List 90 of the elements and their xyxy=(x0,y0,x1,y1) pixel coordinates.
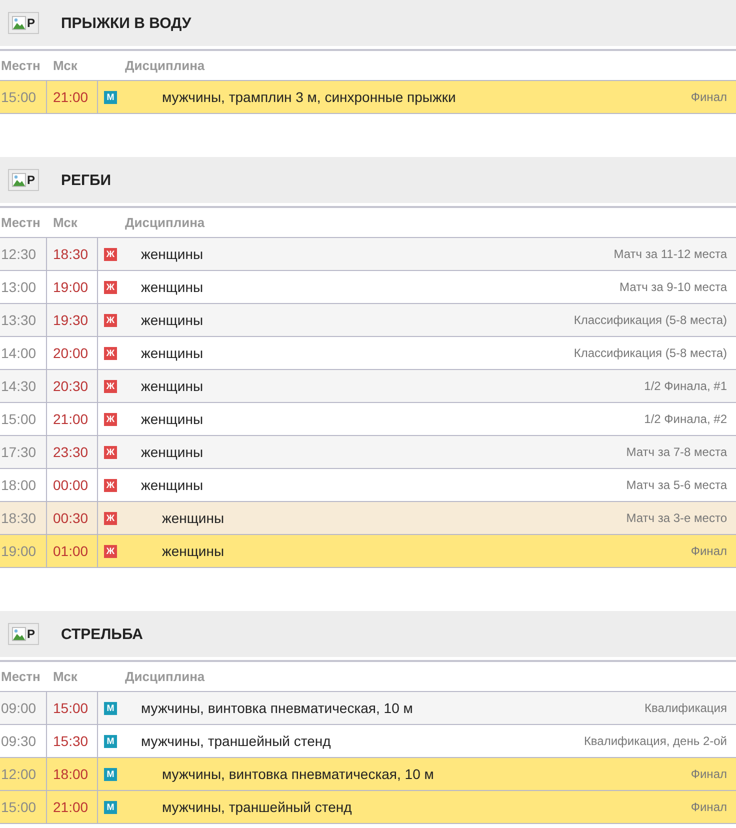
local-time: 15:00 xyxy=(0,403,47,435)
discipline-text: женщины xyxy=(141,312,204,328)
discipline-text: женщины xyxy=(141,279,204,295)
stage-text: 1/2 Финала, #1 xyxy=(644,379,727,393)
discipline-text: женщины xyxy=(141,411,204,427)
gender-badge: Ж xyxy=(104,446,117,458)
local-time: 09:00 xyxy=(0,692,47,724)
broken-image-icon: P xyxy=(8,623,39,645)
gender-badge: М xyxy=(104,702,117,714)
discipline-text: женщины xyxy=(141,444,204,460)
discipline-text: женщины xyxy=(162,543,224,559)
gender-badge: Ж xyxy=(104,412,117,426)
discipline-text: мужчины, винтовка пневматическая, 10 м xyxy=(162,766,434,782)
moscow-time: 15:00 xyxy=(47,692,98,724)
column-header: Дисциплина xyxy=(124,215,205,230)
local-time: 13:00 xyxy=(0,271,47,303)
gender-badge: Ж xyxy=(104,280,117,294)
moscow-time: 19:30 xyxy=(47,304,98,336)
column-header: Местн xyxy=(0,668,42,686)
local-time: 15:00 xyxy=(0,791,47,823)
gender-badge: Ж xyxy=(104,248,117,260)
gender-badge: М xyxy=(104,768,117,780)
moscow-time: 21:00 xyxy=(47,81,98,113)
broken-image-icon: P xyxy=(8,12,39,34)
gender-badge: Ж xyxy=(104,380,117,392)
discipline-text: женщины xyxy=(141,246,204,262)
moscow-time: 15:30 xyxy=(47,725,98,757)
column-header: Мск xyxy=(52,57,78,75)
local-time: 18:00 xyxy=(0,469,47,501)
local-time: 12:30 xyxy=(0,238,47,270)
local-time: 13:30 xyxy=(0,304,47,336)
stage-text: Матч за 9-10 места xyxy=(620,280,727,294)
stage-text: Квалификация xyxy=(644,701,727,715)
moscow-time: 00:30 xyxy=(47,502,98,534)
gender-badge: Ж xyxy=(104,478,117,492)
local-time: 19:00 xyxy=(0,535,47,567)
column-header: Дисциплина xyxy=(124,669,205,684)
discipline-text: мужчины, трамплин 3 м, синхронные прыжки xyxy=(162,89,456,105)
moscow-time: 19:00 xyxy=(47,271,98,303)
gender-badge: М xyxy=(104,90,117,104)
local-time: 15:00 xyxy=(0,81,47,113)
local-time: 09:30 xyxy=(0,725,47,757)
stage-text: Матч за 5-6 места xyxy=(626,478,727,492)
stage-text: Классификация (5-8 места) xyxy=(574,346,727,360)
discipline-text: женщины xyxy=(141,477,204,493)
stage-text: Квалификация, день 2-ой xyxy=(584,734,727,748)
stage-text: Матч за 3-е место xyxy=(626,511,727,525)
moscow-time: 18:30 xyxy=(47,238,98,270)
gender-badge: Ж xyxy=(104,314,117,326)
column-header: Мск xyxy=(52,668,78,686)
local-time: 14:00 xyxy=(0,337,47,369)
stage-text: Финал xyxy=(690,90,727,104)
discipline-text: мужчины, винтовка пневматическая, 10 м xyxy=(141,700,413,716)
stage-text: Матч за 7-8 места xyxy=(626,445,727,459)
gender-badge: М xyxy=(104,800,117,814)
local-time: 18:30 xyxy=(0,502,47,534)
stage-text: Классификация (5-8 места) xyxy=(574,313,727,327)
section-title: РЕГБИ xyxy=(61,172,112,188)
moscow-time: 20:30 xyxy=(47,370,98,402)
discipline-text: женщины xyxy=(162,510,224,526)
column-header: Местн xyxy=(0,214,42,232)
moscow-time: 00:00 xyxy=(47,469,98,501)
discipline-text: женщины xyxy=(141,378,204,394)
local-time: 17:30 xyxy=(0,436,47,468)
section-title: ПРЫЖКИ В ВОДУ xyxy=(61,14,192,32)
stage-text: Финал xyxy=(690,767,727,781)
discipline-text: мужчины, траншейный стенд xyxy=(141,733,331,749)
local-time: 12:00 xyxy=(0,758,47,790)
broken-image-icon: P xyxy=(8,169,39,191)
moscow-time: 23:30 xyxy=(47,436,98,468)
column-header: Местн xyxy=(0,57,42,75)
discipline-text: мужчины, траншейный стенд xyxy=(162,799,352,815)
gender-badge: М xyxy=(104,734,117,748)
stage-text: Финал xyxy=(690,544,727,558)
discipline-text: женщины xyxy=(141,345,204,361)
stage-text: Финал xyxy=(690,800,727,814)
stage-text: Матч за 11-12 места xyxy=(614,247,727,261)
moscow-time: 21:00 xyxy=(47,791,98,823)
local-time: 14:30 xyxy=(0,370,47,402)
column-header: Дисциплина xyxy=(124,58,205,73)
gender-badge: Ж xyxy=(104,346,117,360)
gender-badge: Ж xyxy=(104,512,117,524)
section-title: СТРЕЛЬБА xyxy=(61,626,143,642)
moscow-time: 21:00 xyxy=(47,403,98,435)
gender-badge: Ж xyxy=(104,544,117,558)
moscow-time: 01:00 xyxy=(47,535,98,567)
moscow-time: 18:00 xyxy=(47,758,98,790)
column-header: Мск xyxy=(52,214,78,232)
stage-text: 1/2 Финала, #2 xyxy=(644,412,727,426)
moscow-time: 20:00 xyxy=(47,337,98,369)
